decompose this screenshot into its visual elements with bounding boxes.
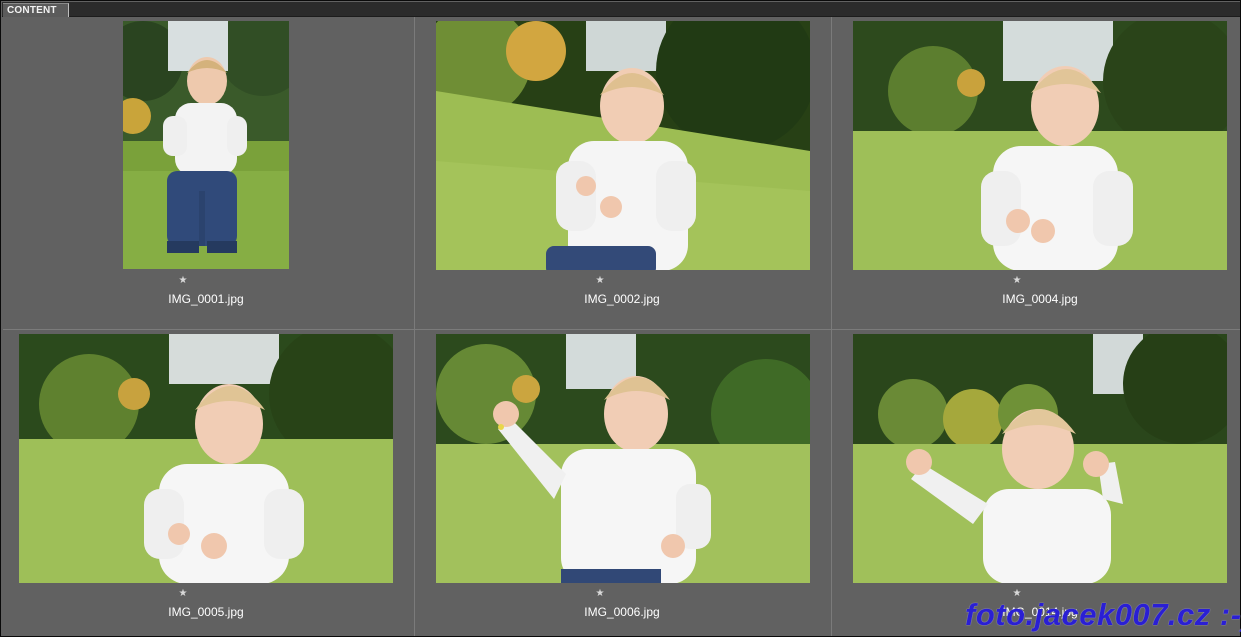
thumbnail-filename: IMG_0002.jpg bbox=[584, 292, 660, 306]
thumbnail-cell[interactable]: ★ IMG_0001.jpg bbox=[3, 17, 415, 330]
thumbnail-cell[interactable]: ★ IMG_0002.jpg bbox=[415, 17, 832, 330]
thumbnail-image[interactable] bbox=[436, 21, 810, 270]
panel-header: CONTENT bbox=[2, 2, 1240, 17]
thumbnail-image[interactable] bbox=[853, 21, 1227, 270]
thumbnail-cell[interactable]: ★ IMG_0006.jpg bbox=[415, 330, 832, 636]
tab-content[interactable]: CONTENT bbox=[3, 3, 69, 17]
thumbnail-filename: IMG_0001.jpg bbox=[168, 292, 244, 306]
thumbnail-image[interactable] bbox=[853, 334, 1227, 583]
thumbnail-image[interactable] bbox=[19, 334, 393, 583]
thumbnail-filename: IMG_0006.jpg bbox=[584, 605, 660, 619]
content-panel: CONTENT ★ IMG_0001.jpg ★ IMG_0002.jpg ★ … bbox=[0, 0, 1241, 637]
thumbnail-filename: IMG_0005.jpg bbox=[168, 605, 244, 619]
star-icon[interactable]: ★ bbox=[1007, 276, 1027, 286]
thumbnail-image[interactable] bbox=[123, 21, 289, 269]
star-icon[interactable]: ★ bbox=[173, 276, 193, 286]
thumbnail-image[interactable] bbox=[436, 334, 810, 583]
star-icon[interactable]: ★ bbox=[590, 589, 610, 599]
thumbnail-grid: ★ IMG_0001.jpg ★ IMG_0002.jpg ★ IMG_0004… bbox=[3, 17, 1240, 636]
thumbnail-cell[interactable]: ★ IMG_0004.jpg bbox=[832, 17, 1240, 330]
watermark-text: foto.jacek007.cz :-) bbox=[965, 597, 1241, 632]
star-icon[interactable]: ★ bbox=[173, 589, 193, 599]
thumbnail-filename: IMG_0004.jpg bbox=[1002, 292, 1078, 306]
star-icon[interactable]: ★ bbox=[590, 276, 610, 286]
thumbnail-cell[interactable]: ★ IMG_0014.jpg bbox=[832, 330, 1240, 636]
thumbnail-cell[interactable]: ★ IMG_0005.jpg bbox=[3, 330, 415, 636]
